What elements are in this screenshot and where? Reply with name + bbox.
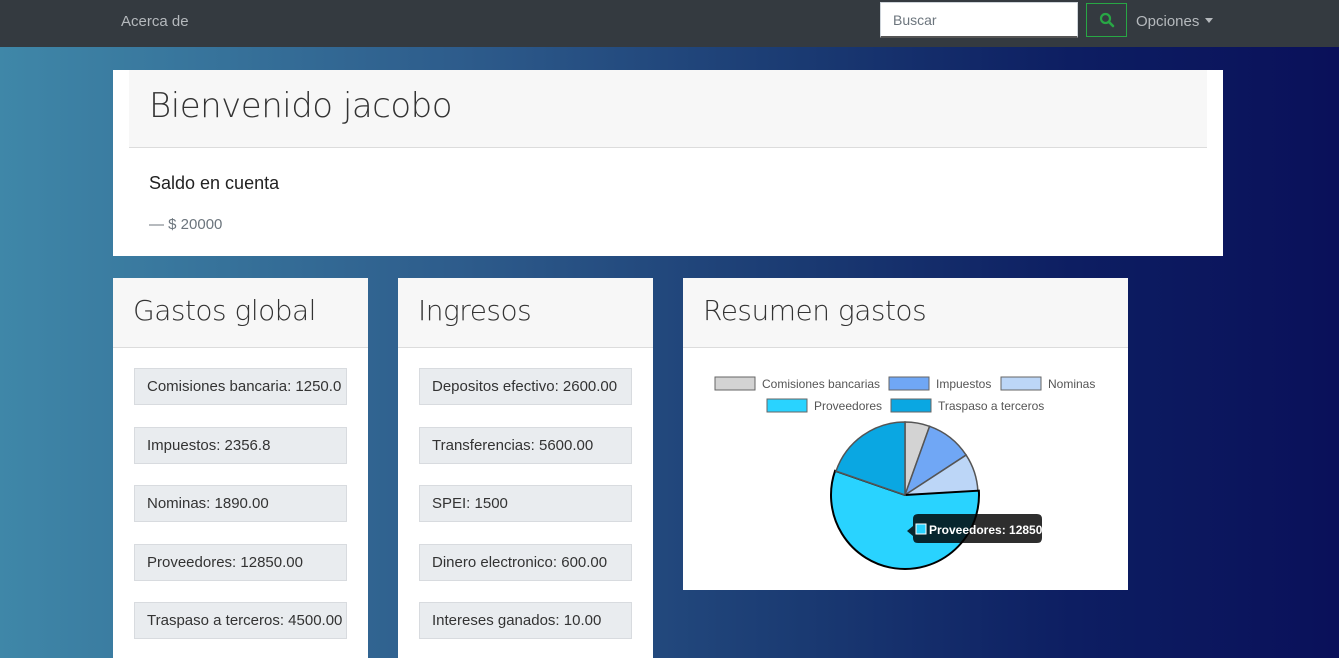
options-dropdown[interactable]: Opciones: [1136, 13, 1214, 30]
legend-label: Nominas: [1048, 377, 1095, 391]
legend-swatch: [714, 376, 756, 391]
balance-value: — $ 20000: [149, 216, 223, 233]
legend-item[interactable]: Impuestos: [888, 376, 991, 391]
search-input[interactable]: [880, 2, 1078, 38]
tooltip-swatch: [915, 523, 927, 535]
income-card-header: Ingresos: [398, 278, 653, 348]
list-item: Intereses ganados: 10.00: [419, 602, 632, 639]
balance-label: Saldo en cuenta: [149, 173, 280, 193]
income-card: Ingresos Depositos efectivo: 2600.00 Tra…: [398, 278, 653, 658]
legend-label: Proveedores: [814, 399, 882, 413]
legend-item[interactable]: Nominas: [1000, 376, 1095, 391]
legend-swatch: [890, 398, 932, 413]
expenses-card-header: Gastos global: [113, 278, 368, 348]
legend-label: Comisiones bancarias: [762, 377, 880, 391]
options-label: Opciones: [1136, 13, 1200, 30]
search-button[interactable]: [1086, 3, 1127, 37]
legend-label: Impuestos: [936, 377, 991, 391]
list-item: Proveedores: 12850.00: [134, 544, 347, 581]
list-item: Comisiones bancaria: 1250.0: [134, 368, 347, 405]
list-item: Nominas: 1890.00: [134, 485, 347, 522]
list-item: Traspaso a terceros: 4500.00: [134, 602, 347, 639]
list-item: Impuestos: 2356.8: [134, 427, 347, 464]
chevron-down-icon: [1205, 18, 1214, 23]
expenses-card: Gastos global Comisiones bancaria: 1250.…: [113, 278, 368, 658]
page-title: Bienvenido jacobo: [149, 86, 453, 126]
legend-label: Traspaso a terceros: [938, 399, 1044, 413]
list-item: Depositos efectivo: 2600.00: [419, 368, 632, 405]
legend-swatch: [1000, 376, 1042, 391]
summary-card: Resumen gastos Comisiones bancarias Impue…: [683, 278, 1128, 590]
chart-tooltip: Proveedores: 12850: [907, 514, 1043, 543]
legend-swatch: [888, 376, 930, 391]
list-item: SPEI: 1500: [419, 485, 632, 522]
welcome-header: Bienvenido jacobo: [129, 70, 1207, 148]
tooltip-label: Proveedores: 12850: [929, 523, 1043, 537]
list-item: Dinero electronico: 600.00: [419, 544, 632, 581]
search-icon: [1099, 12, 1114, 28]
nav-link-about[interactable]: Acerca de: [121, 13, 189, 30]
legend-item[interactable]: Traspaso a terceros: [890, 398, 1044, 413]
legend-swatch: [766, 398, 808, 413]
list-item: Transferencias: 5600.00: [419, 427, 632, 464]
top-navbar: Acerca de Opciones: [0, 0, 1339, 47]
expenses-title: Gastos global: [133, 294, 316, 327]
income-title: Ingresos: [418, 294, 532, 327]
welcome-card: Bienvenido jacobo Saldo en cuenta — $ 20…: [113, 70, 1223, 256]
legend-item[interactable]: Comisiones bancarias: [714, 376, 880, 391]
expenses-pie-chart[interactable]: Comisiones bancarias Impuestos Nominas Prov…: [683, 278, 1128, 590]
legend-item[interactable]: Proveedores: [766, 398, 882, 413]
